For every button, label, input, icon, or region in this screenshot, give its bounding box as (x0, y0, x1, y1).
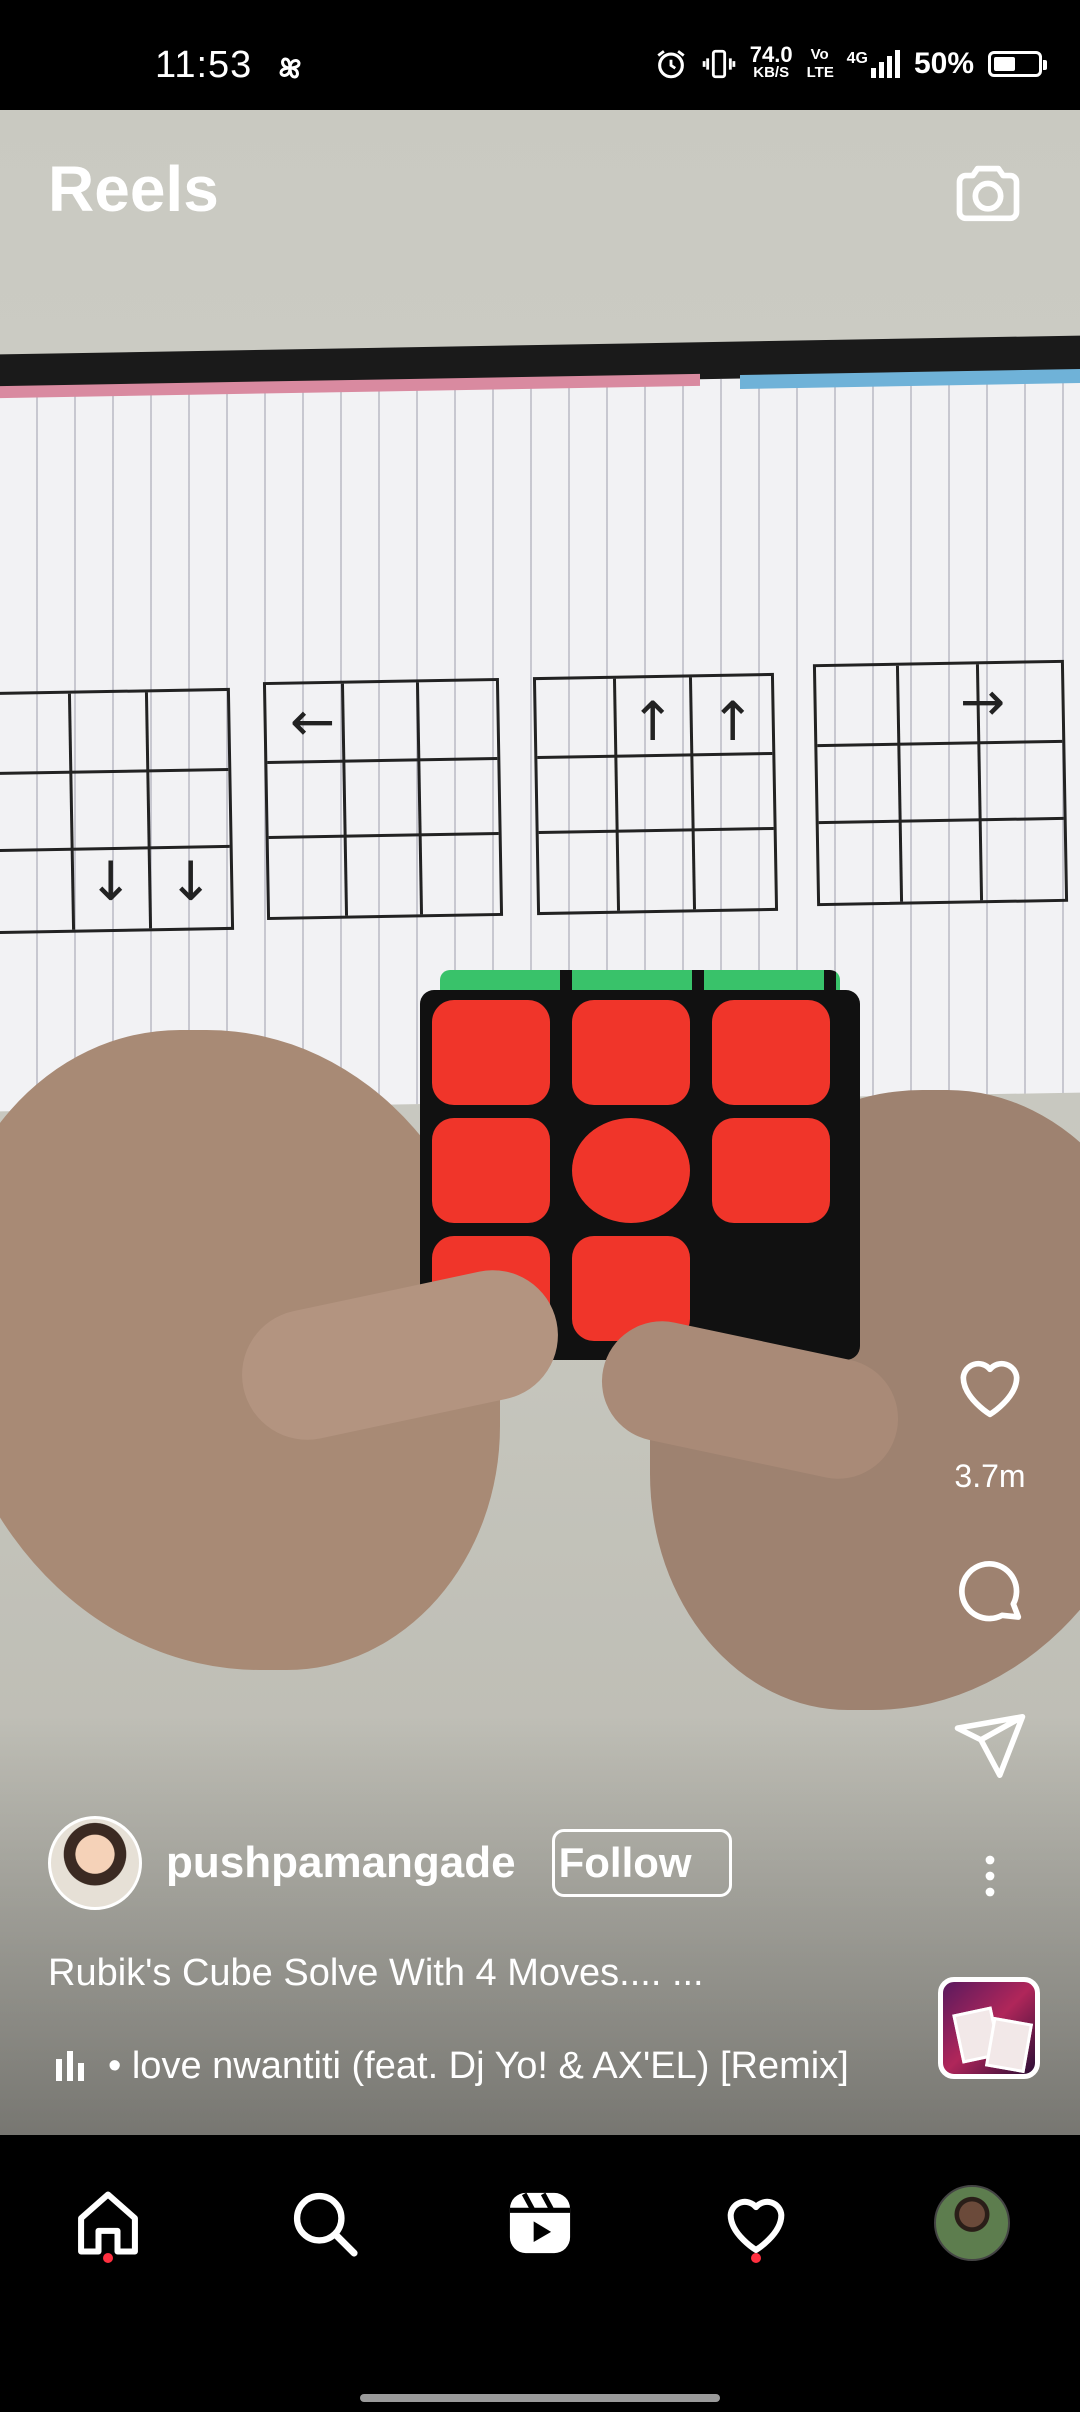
status-indicators: 74.0 KB/S Vo LTE 4G 50% (654, 42, 1047, 86)
arrow-right-drawing: → (960, 670, 1006, 733)
arrow-down-drawing: ↓ (88, 850, 134, 913)
signal-icon: 4G (847, 50, 900, 78)
cube-sticker (432, 1118, 550, 1223)
search-icon (293, 2192, 358, 2257)
nav-profile[interactable] (924, 2175, 1020, 2271)
cube-sticker (432, 1000, 550, 1105)
paper-plane-icon (954, 1713, 1026, 1779)
like-button[interactable] (946, 1342, 1034, 1430)
follow-button[interactable]: Follow (551, 1829, 732, 1897)
cube-sticker (572, 1000, 690, 1105)
net-speed: 74.0 KB/S (749, 42, 793, 82)
audio-bars-icon (56, 2051, 90, 2081)
author-username[interactable]: pushpamangade (166, 1838, 516, 1888)
heart-icon (727, 2198, 785, 2253)
cube-sticker (712, 1000, 830, 1105)
battery-fill (994, 57, 1015, 71)
cube-sticker (712, 1118, 830, 1223)
home-icon (78, 2191, 138, 2255)
grid-drawing-4 (812, 659, 1069, 907)
share-button[interactable] (946, 1702, 1034, 1790)
heart-outline-icon (960, 1360, 1020, 1418)
bottom-nav (0, 2135, 1080, 2412)
page-title: Reels (48, 153, 219, 225)
pinwheel-icon (279, 57, 301, 79)
battery-icon (988, 51, 1047, 77)
comment-bubble-icon (959, 1561, 1022, 1622)
author-avatar[interactable] (48, 1816, 142, 1910)
volte-label: Vo LTE (806, 46, 834, 81)
audio-thumbnail[interactable] (938, 1977, 1040, 2079)
battery-percent: 50% (913, 47, 974, 80)
arrow-down-drawing: ↓ (168, 850, 214, 913)
profile-avatar (934, 2185, 1010, 2261)
audio-title: • love nwantiti (feat. Dj Yo! & AX'EL) [… (108, 2044, 849, 2087)
nav-search[interactable] (276, 2175, 372, 2271)
cube-sticker (572, 1118, 690, 1223)
net-speed-unit: KB/S (753, 64, 790, 81)
comment-button[interactable] (946, 1548, 1034, 1636)
arrow-left-drawing: ← (290, 690, 336, 753)
home-indicator[interactable] (360, 2394, 720, 2402)
reels-icon (509, 2192, 571, 2254)
nav-reels[interactable] (492, 2175, 588, 2271)
camera-icon[interactable] (950, 155, 1026, 231)
like-count: 3.7m (954, 1458, 1026, 1494)
audio-row[interactable]: • love nwantiti (feat. Dj Yo! & AX'EL) [… (56, 2040, 886, 2092)
alarm-icon (657, 50, 685, 79)
activity-notification-dot (751, 2253, 761, 2263)
reel-caption[interactable]: Rubik's Cube Solve With 4 Moves.... ... (48, 1952, 704, 1995)
arrow-up-drawing: ↑ (630, 690, 676, 753)
arrow-up-drawing: ↑ (710, 690, 756, 753)
status-bar: 11:53 74.0 KB/S Vo LTE 4G 50% (0, 0, 1080, 110)
net-speed-value: 74.0 (749, 42, 793, 67)
vertical-ellipsis-icon[interactable] (966, 1852, 1014, 1900)
vibrate-icon (702, 49, 736, 79)
author-row: pushpamangade Follow (48, 1815, 732, 1911)
home-notification-dot (103, 2253, 113, 2263)
status-time: 11:53 (155, 44, 253, 86)
network-type: 4G (846, 50, 868, 67)
